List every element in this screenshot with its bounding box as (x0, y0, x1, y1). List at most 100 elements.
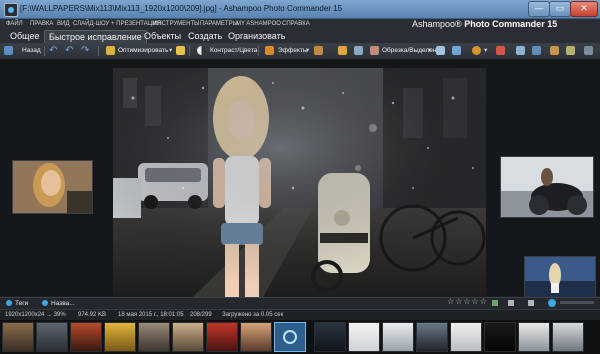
filmstrip-thumbnail[interactable] (484, 322, 516, 352)
auto-fix-icon[interactable] (176, 46, 185, 55)
hand-icon[interactable] (338, 46, 347, 55)
view-mode-icon[interactable] (492, 300, 498, 306)
retouch-icon[interactable] (532, 46, 541, 55)
navigator-panel-label: Назва... (51, 300, 75, 307)
filmstrip-thumbnail[interactable] (172, 322, 204, 352)
star-rating[interactable]: ☆☆☆☆☆ (447, 297, 488, 306)
image-position: 208/299 (190, 312, 212, 318)
undo-icon[interactable]: ↶ (49, 45, 57, 57)
next-image-thumbnail[interactable] (500, 156, 594, 218)
menu-tools[interactable]: ИНСТРУМЕНТЫ (153, 21, 199, 27)
filmstrip-thumbnail[interactable] (138, 322, 170, 352)
pen-icon[interactable] (436, 46, 445, 55)
filmstrip-thumbnail[interactable] (450, 322, 482, 352)
load-time: Загружено за 0.05 сек (222, 312, 284, 318)
fullscreen-icon[interactable] (528, 300, 534, 306)
optimize-button[interactable]: Оптимизировать (118, 45, 168, 57)
heart-icon[interactable] (496, 46, 505, 55)
toolbar-separator (189, 46, 190, 56)
image-dimensions: 1920x1200x24 → 39% (5, 312, 66, 318)
filmstrip-thumbnail[interactable] (104, 322, 136, 352)
effects-icon (265, 46, 274, 55)
tags-panel-tab[interactable]: Теги (4, 299, 31, 308)
back-icon (4, 46, 13, 55)
brand-prefix: Ashampoo® (412, 19, 462, 29)
menu-settings[interactable]: ПАРАМЕТРЫ (200, 21, 238, 27)
file-size: 974.92 KB (78, 312, 107, 318)
menu-slideshow[interactable]: СЛАЙД-ШОУ + ПРЕЗЕНТАЦИЯ (73, 21, 161, 27)
menu-file[interactable]: ФАЙЛ (6, 21, 23, 27)
tab-create[interactable]: Создать (184, 30, 226, 43)
navigator-panel-tab[interactable]: Назва... (40, 299, 78, 308)
crop-dropdown-icon[interactable]: ▾ (428, 45, 431, 57)
filmstrip-thumbnail[interactable] (416, 322, 448, 352)
menu-edit[interactable]: ПРАВКА (30, 21, 53, 27)
menu-help[interactable]: СПРАВКА (282, 21, 310, 27)
menu-my-ashampoo[interactable]: MY ASHAMPOO (236, 21, 281, 27)
eye-dropdown-icon[interactable]: ▾ (484, 45, 487, 57)
navigator-icon (42, 300, 48, 306)
menu-view[interactable]: ВИД (57, 21, 69, 27)
brush-icon[interactable] (314, 46, 323, 55)
filmstrip-next-picture (525, 257, 595, 297)
wand-icon[interactable] (516, 46, 525, 55)
tab-organize[interactable]: Организовать (224, 30, 289, 43)
app-icon[interactable] (4, 3, 18, 17)
maximize-button[interactable]: ▭ (549, 1, 571, 17)
crop-selection-button[interactable]: Обрезка/Выделение (382, 45, 444, 57)
toolbar-separator (258, 46, 259, 56)
minimize-button[interactable]: — (528, 1, 550, 17)
previous-image-thumbnail[interactable] (12, 160, 93, 214)
main-photo[interactable] (113, 68, 486, 297)
toolbar-separator (44, 46, 45, 56)
next-image-picture (501, 157, 593, 217)
undo-all-icon[interactable]: ↶ (65, 45, 73, 57)
toolbar: Назад ↶ ↶ ↷ Оптимизировать ▾ Контраст/Цв… (0, 43, 600, 60)
filmstrip-thumbnail[interactable] (2, 322, 34, 352)
filmstrip-next-preview[interactable] (524, 256, 596, 298)
effects-dropdown-icon[interactable]: ▾ (306, 45, 309, 57)
filmstrip-thumbnail[interactable] (70, 322, 102, 352)
tab-general[interactable]: Общее (6, 30, 43, 43)
window-titlebar: [F:\WALLPAPERS\Mix113\Mix113_1920x1200\2… (0, 0, 600, 19)
tags-icon (6, 300, 12, 306)
back-button[interactable]: Назад (22, 45, 41, 57)
contrast-icon (197, 46, 206, 55)
filmstrip-thumbnail[interactable] (382, 322, 414, 352)
crop-icon (370, 46, 379, 55)
line-icon[interactable] (452, 46, 461, 55)
settings-icon[interactable] (584, 46, 593, 55)
filmstrip-thumbnail[interactable] (206, 322, 238, 352)
toolbar-separator (98, 46, 99, 56)
filmstrip-thumbnail[interactable] (348, 322, 380, 352)
filmstrip-thumbnail[interactable] (552, 322, 584, 352)
filmstrip-thumbnail[interactable] (314, 322, 346, 352)
zoom-icon[interactable] (548, 299, 556, 307)
current-image-icon (283, 330, 297, 344)
filmstrip-thumbnail[interactable] (36, 322, 68, 352)
window-title: [F:\WALLPAPERS\Mix113\Mix113_1920x1200\2… (20, 4, 343, 13)
filmstrip-thumbnail[interactable] (240, 322, 272, 352)
close-button[interactable]: ✕ (570, 1, 598, 17)
filmstrip-thumbnail-selected[interactable] (274, 322, 306, 352)
zoom-slider[interactable] (560, 301, 594, 304)
brand-name: Photo Commander 15 (464, 19, 558, 29)
tab-objects[interactable]: Объекты (140, 30, 185, 43)
main-photo-picture (113, 68, 486, 297)
contrast-colors-button[interactable]: Контраст/Цвета (210, 45, 257, 57)
clone-icon[interactable] (550, 46, 559, 55)
broom-icon[interactable] (566, 46, 575, 55)
eye-icon[interactable] (472, 46, 481, 55)
file-date: 18 мая 2015 г., 18:01:05 (118, 312, 184, 318)
filmstrip-thumbnail[interactable] (518, 322, 550, 352)
tags-panel-label: Теги (15, 300, 29, 307)
magic-wand-icon (106, 46, 115, 55)
slideshow-icon[interactable] (508, 300, 514, 306)
tab-quick-fix[interactable]: Быстрое исправление (44, 30, 147, 44)
redo-icon[interactable]: ↷ (81, 45, 89, 57)
ribbon-tabs: Общее Быстрое исправление Объекты Создат… (0, 30, 600, 44)
filmstrip (0, 320, 600, 354)
optimize-dropdown-icon[interactable]: ▾ (169, 45, 172, 57)
effects-button[interactable]: Эффекты (278, 45, 308, 57)
frame-icon[interactable] (354, 46, 363, 55)
